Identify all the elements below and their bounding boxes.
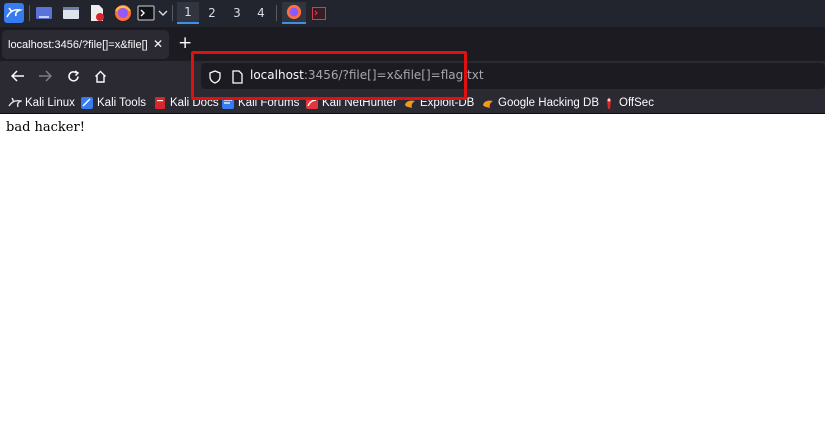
- bookmark-kali-nethunter[interactable]: Kali NetHunter: [305, 95, 397, 110]
- page-body-text: bad hacker!: [6, 120, 85, 135]
- firefox-icon[interactable]: [112, 2, 134, 24]
- ghdb-icon: [483, 100, 493, 108]
- offsec-icon: [607, 96, 611, 109]
- page-content: bad hacker!: [0, 115, 825, 443]
- bookmark-label: Kali Docs: [170, 96, 219, 109]
- text-editor-icon[interactable]: [86, 2, 108, 24]
- home-button[interactable]: [89, 66, 111, 86]
- workspace-3[interactable]: 3: [226, 2, 248, 24]
- bookmark-label: Kali Linux: [25, 96, 75, 109]
- show-desktop-icon[interactable]: [33, 2, 55, 24]
- url-bar[interactable]: localhost:3456/?file[]=x&file[]=flag.txt: [201, 63, 825, 89]
- url-host: localhost: [250, 68, 304, 82]
- bookmark-label: Google Hacking DB: [498, 96, 599, 109]
- forward-arrow-icon: [39, 70, 52, 82]
- bookmark-label: OffSec: [619, 96, 654, 109]
- bookmark-kali-docs[interactable]: Kali Docs: [153, 95, 219, 110]
- kali-docs-icon: [155, 96, 165, 109]
- bookmark-kali-tools[interactable]: Kali Tools: [80, 95, 146, 110]
- kali-tools-icon: [81, 96, 93, 109]
- reload-icon: [67, 69, 79, 82]
- kali-top-panel: 1 2 3 4: [0, 0, 825, 27]
- taskbar-terminal-window[interactable]: [308, 2, 330, 24]
- bookmark-label: Kali Forums: [238, 96, 300, 109]
- bookmarks-toolbar: Kali Linux Kali Tools Kali Docs Kali For…: [0, 91, 825, 114]
- bookmark-label: Kali Tools: [97, 96, 147, 109]
- back-arrow-icon: [11, 70, 24, 82]
- taskbar-firefox-window[interactable]: [282, 2, 306, 24]
- reload-button[interactable]: [62, 66, 84, 86]
- bookmark-exploit-db[interactable]: Exploit-DB: [403, 95, 474, 110]
- home-icon: [94, 70, 106, 83]
- back-button[interactable]: [7, 66, 29, 86]
- bookmark-kali-linux[interactable]: Kali Linux: [8, 95, 75, 110]
- bookmark-label: Kali NetHunter: [322, 96, 397, 109]
- kali-forums-icon: [222, 96, 234, 109]
- workspace-1[interactable]: 1: [177, 2, 199, 24]
- terminal-icon[interactable]: [136, 2, 156, 24]
- workspace-4[interactable]: 4: [250, 2, 272, 24]
- navigation-toolbar: localhost:3456/?file[]=x&file[]=flag.txt: [0, 61, 825, 91]
- bookmark-kali-forums[interactable]: Kali Forums: [221, 95, 299, 110]
- tab-title: localhost:3456/?file[]=x&file[]=flag.txt: [8, 38, 148, 51]
- file-manager-icon[interactable]: [60, 2, 82, 24]
- tracking-protection-shield-icon[interactable]: [209, 69, 221, 88]
- url-text[interactable]: localhost:3456/?file[]=x&file[]=flag.txt: [250, 68, 484, 82]
- forward-button[interactable]: [34, 66, 56, 86]
- new-tab-button[interactable]: +: [178, 33, 192, 53]
- workspace-2[interactable]: 2: [201, 2, 223, 24]
- kali-nethunter-icon: [306, 96, 318, 109]
- page-info-icon[interactable]: [232, 69, 243, 88]
- chevron-down-icon[interactable]: [157, 2, 169, 24]
- bookmark-offsec[interactable]: OffSec: [602, 95, 654, 110]
- exploit-db-icon: [405, 100, 415, 108]
- tab-strip: localhost:3456/?file[]=x&file[]=flag.txt…: [0, 27, 825, 61]
- url-path: :3456/?file[]=x&file[]=flag.txt: [303, 68, 484, 82]
- tab-localhost[interactable]: localhost:3456/?file[]=x&file[]=flag.txt…: [2, 30, 169, 59]
- bookmark-label: Exploit-DB: [420, 96, 475, 109]
- kali-dragon-icon: [8, 97, 22, 107]
- close-icon[interactable]: ✕: [153, 37, 163, 51]
- bookmark-google-hacking-db[interactable]: Google Hacking DB: [481, 95, 599, 110]
- kali-menu-icon[interactable]: [2, 2, 26, 24]
